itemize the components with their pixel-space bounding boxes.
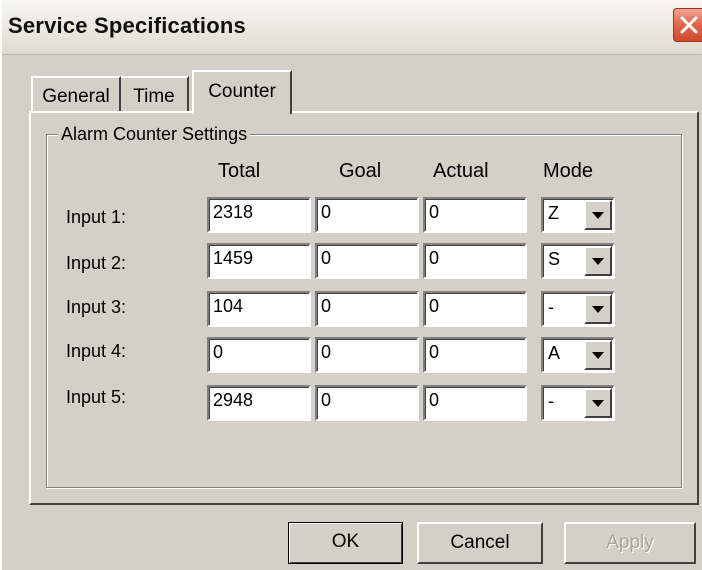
input-2-mode-select[interactable]: S [541,243,615,279]
input-2-total-field[interactable]: 1459 [207,243,311,279]
row-label-input-3: Input 3: [66,297,127,317]
row-label-input-1: Input 1: [66,207,127,227]
tab-counter[interactable]: Counter [192,70,292,114]
window-title: Service Specifications [8,13,246,38]
input-4-mode-dropdown-button[interactable] [584,340,612,370]
row-label-input-2: Input 2: [66,253,127,273]
input-2-mode-value: S [548,249,561,269]
input-1-mode-value: Z [548,203,559,223]
input-5-goal-field[interactable]: 0 [315,385,419,421]
apply-button[interactable]: Apply [564,522,696,564]
input-3-mode-value: - [548,297,554,317]
input-1-actual-field[interactable]: 0 [423,197,527,233]
input-1-mode-select[interactable]: Z [541,197,615,233]
service-specifications-dialog: Service Specifications General Time Coun… [0,0,702,570]
input-5-total-field[interactable]: 2948 [207,385,311,421]
input-4-total-field[interactable]: 0 [207,337,311,373]
input-3-mode-dropdown-button[interactable] [584,294,612,324]
close-button[interactable] [673,8,702,42]
column-header-total: Total [218,160,261,182]
input-5-actual-field[interactable]: 0 [423,385,527,421]
row-label-input-5: Input 5: [66,387,127,407]
input-3-mode-select[interactable]: - [541,291,615,327]
input-3-total-field[interactable]: 104 [207,291,311,327]
input-4-mode-select[interactable]: A [541,337,615,373]
input-1-goal-field[interactable]: 0 [315,197,419,233]
input-1-mode-dropdown-button[interactable] [584,200,612,230]
tab-time[interactable]: Time [121,76,189,112]
input-3-goal-field[interactable]: 0 [315,291,419,327]
column-header-mode: Mode [543,160,594,182]
input-5-mode-value: - [548,391,554,411]
input-4-goal-field[interactable]: 0 [315,337,419,373]
column-header-actual: Actual [433,160,489,182]
tab-general[interactable]: General [31,76,121,112]
input-1-total-field[interactable]: 2318 [207,197,311,233]
input-4-actual-field[interactable]: 0 [423,337,527,373]
column-header-goal: Goal [339,160,382,182]
title-bar[interactable]: Service Specifications [2,0,702,55]
ok-button[interactable]: OK [288,522,403,564]
input-2-goal-field[interactable]: 0 [315,243,419,279]
cancel-button[interactable]: Cancel [417,522,543,564]
input-5-mode-dropdown-button[interactable] [584,388,612,418]
input-5-mode-select[interactable]: - [541,385,615,421]
row-label-input-4: Input 4: [66,341,127,361]
tab-general-label: General [42,86,110,107]
tab-counter-label: Counter [208,81,276,102]
input-3-actual-field[interactable]: 0 [423,291,527,327]
groupbox-legend: Alarm Counter Settings [58,124,251,145]
input-2-actual-field[interactable]: 0 [423,243,527,279]
tab-time-label: Time [133,86,175,107]
input-2-mode-dropdown-button[interactable] [584,246,612,276]
input-4-mode-value: A [548,343,561,363]
